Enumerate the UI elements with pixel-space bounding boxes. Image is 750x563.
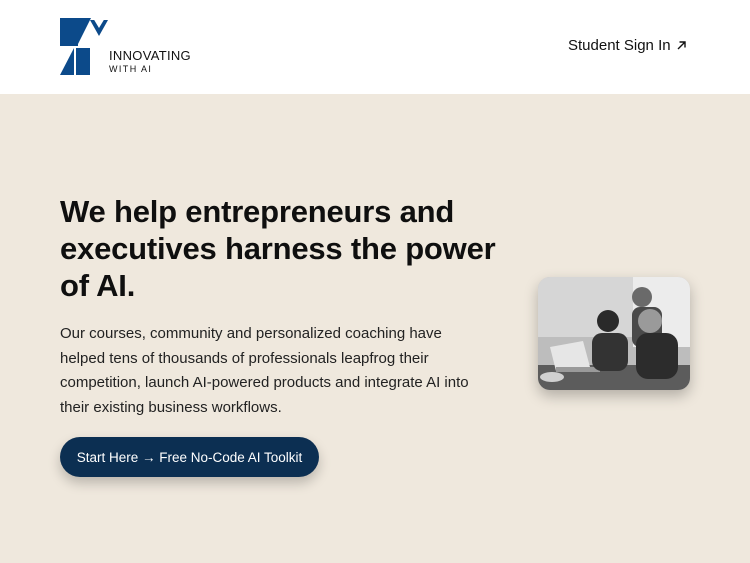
hero-headline: We help entrepreneurs and executives har… <box>60 194 496 303</box>
brand-logo[interactable]: INNOVATING WITH AI <box>60 18 210 76</box>
student-sign-in-link[interactable]: Student Sign In <box>568 37 687 54</box>
site-header: INNOVATING WITH AI Student Sign In <box>0 0 750 94</box>
team-photo <box>538 277 690 390</box>
hero-section: We help entrepreneurs and executives har… <box>0 94 750 563</box>
logo-text-secondary: WITH AI <box>109 64 153 74</box>
start-here-button[interactable]: Start Here → Free No-Code AI Toolkit <box>60 437 319 477</box>
arrow-up-right-icon <box>677 41 686 50</box>
logo-text-primary: INNOVATING <box>109 48 191 63</box>
student-sign-in-label: Student Sign In <box>568 37 671 54</box>
hero-description: Our courses, community and personalized … <box>60 325 469 416</box>
logo-mark-icon <box>60 18 108 75</box>
